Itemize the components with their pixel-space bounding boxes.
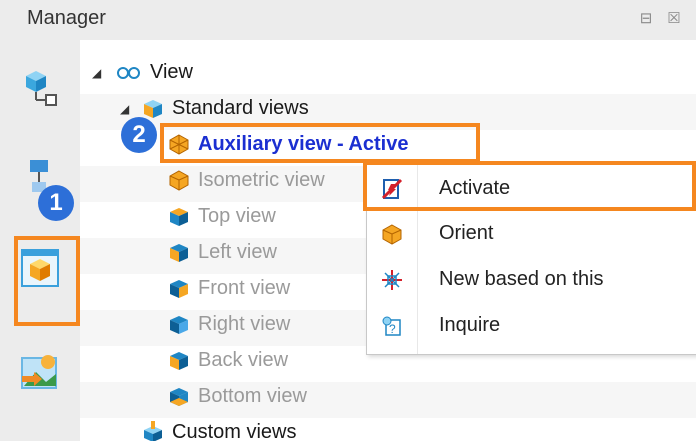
menu-item-label: New based on this (439, 268, 604, 290)
tree-node-label: View (150, 60, 193, 83)
orient-icon (382, 224, 402, 245)
sidebar-assembly-tree-button[interactable] (14, 60, 66, 112)
tree-node-label: Top view (198, 204, 276, 227)
menu-item-label: Orient (439, 222, 494, 244)
tree-node-label: Bottom view (198, 384, 307, 407)
menu-item-label: Inquire (439, 314, 501, 336)
tree-node-label: Custom views (172, 420, 297, 441)
left-view-icon (170, 244, 188, 262)
activate-highlight-box (363, 161, 696, 211)
active-node-highlight-box (160, 123, 480, 163)
collapse-arrow-icon[interactable]: ◢ (120, 102, 129, 116)
tree-node-left-view[interactable]: Left view (168, 234, 277, 270)
tree-node-label: Left view (198, 240, 277, 263)
tree-node-right-view[interactable]: Right view (168, 306, 290, 342)
tree-node-standard-views[interactable]: Standard views (142, 90, 309, 126)
image-scene-icon (21, 355, 57, 389)
custom-views-icon (144, 421, 162, 441)
tree-node-back-view[interactable]: Back view (168, 342, 288, 378)
tree-node-label: Front view (198, 276, 291, 299)
front-view-icon (170, 280, 188, 298)
tree-node-view[interactable]: View (112, 54, 193, 90)
bottom-view-icon (170, 388, 188, 406)
sidebar-highlight-box (14, 236, 80, 326)
panel-title: Manager (27, 7, 106, 29)
menu-item-inquire[interactable]: ? Inquire (367, 304, 696, 348)
glasses-icon (117, 67, 140, 79)
tree-node-custom-views[interactable]: Custom views (142, 414, 296, 441)
tree-node-isometric-view[interactable]: Isometric view (168, 162, 325, 198)
back-view-icon (170, 352, 188, 370)
top-view-icon (170, 208, 188, 226)
menu-item-orient[interactable]: Orient (367, 212, 696, 256)
right-view-icon (170, 316, 188, 334)
tree-node-bottom-view[interactable]: Bottom view (168, 378, 307, 414)
tree-node-label: Isometric view (198, 168, 325, 191)
new-based-icon (382, 270, 402, 290)
step-2-badge: 2 (121, 117, 157, 153)
tree-node-label: Back view (198, 348, 289, 371)
assembly-tree-icon (26, 71, 57, 106)
tree-node-label: Right view (198, 312, 291, 335)
panel-titlebar: Manager ⊟ ☒ (0, 0, 696, 40)
step-1-badge: 1 (38, 185, 74, 221)
tree-node-front-view[interactable]: Front view (168, 270, 290, 306)
collapse-arrow-icon[interactable]: ◢ (92, 66, 101, 80)
inquire-icon: ? (382, 316, 401, 336)
sidebar-image-scene-button[interactable] (14, 346, 66, 398)
restore-icon[interactable]: ⊟ (636, 9, 656, 29)
menu-item-new-based-on-this[interactable]: New based on this (367, 258, 696, 302)
isometric-view-icon (169, 170, 189, 191)
standard-views-icon (144, 100, 162, 118)
tree-node-label: Standard views (172, 96, 309, 119)
tree-node-top-view[interactable]: Top view (168, 198, 276, 234)
close-icon[interactable]: ☒ (664, 9, 684, 29)
